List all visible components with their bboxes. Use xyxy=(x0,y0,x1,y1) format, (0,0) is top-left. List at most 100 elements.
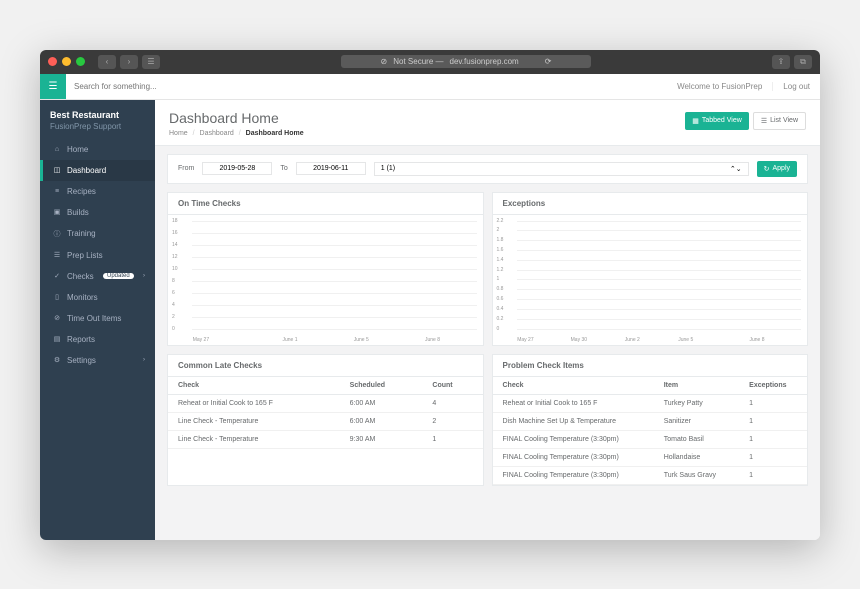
y-tick: 1.4 xyxy=(497,257,504,263)
tabs-icon[interactable]: ⧉ xyxy=(794,55,812,69)
y-tick: 0.2 xyxy=(497,316,504,322)
col-header: Check xyxy=(493,377,654,395)
sidebar-item-time-out-items[interactable]: ⊘Time Out Items xyxy=(40,308,155,329)
problem-items-panel: Problem Check Items CheckItemExceptionsR… xyxy=(492,354,809,486)
y-tick: 1.6 xyxy=(497,247,504,253)
nav-icon: ▣ xyxy=(53,208,61,216)
page-title: Dashboard Home xyxy=(169,110,685,126)
from-date-input[interactable] xyxy=(202,162,272,175)
panel-title: Common Late Checks xyxy=(168,355,483,377)
browser-titlebar: ‹ › ☰ ⊘ Not Secure — dev.fusionprep.com … xyxy=(40,50,820,74)
table-row: Reheat or Initial Cook to 165 FTurkey Pa… xyxy=(493,394,808,412)
sidebar-item-settings[interactable]: ⚙Settings› xyxy=(40,350,155,371)
y-tick: 1.8 xyxy=(497,237,504,243)
y-tick: 12 xyxy=(172,254,178,260)
x-tick: June 1 xyxy=(282,337,297,343)
nav-icon: ⌂ xyxy=(53,146,61,153)
crumb-dashboard[interactable]: Dashboard xyxy=(200,130,234,137)
y-tick: 2.2 xyxy=(497,218,504,224)
nav-icon: ▤ xyxy=(53,335,61,343)
sidebar-item-monitors[interactable]: ▯Monitors xyxy=(40,287,155,308)
nav-icon: ▯ xyxy=(53,293,61,301)
y-tick: 1.2 xyxy=(497,267,504,273)
table-row: FINAL Cooling Temperature (3:30pm)Hollan… xyxy=(493,448,808,466)
close-window-icon[interactable] xyxy=(48,57,57,66)
sidebar-header: Best Restaurant FusionPrep Support xyxy=(40,100,155,139)
table-row: Dish Machine Set Up & TemperatureSanitiz… xyxy=(493,412,808,430)
y-tick: 2 xyxy=(172,314,175,320)
col-header: Item xyxy=(654,377,739,395)
sidebar-item-home[interactable]: ⌂ Home xyxy=(40,139,155,160)
col-header: Check xyxy=(168,377,340,395)
table-row: Line Check - Temperature6:00 AM2 xyxy=(168,412,483,430)
sidebar-item-training[interactable]: ⓘTraining xyxy=(40,223,155,245)
y-tick: 14 xyxy=(172,242,178,248)
org-sub: FusionPrep Support xyxy=(50,122,145,131)
col-header: Count xyxy=(422,377,482,395)
forward-button[interactable]: › xyxy=(120,55,138,69)
x-tick: May 30 xyxy=(571,337,587,343)
on-time-checks-chart: 024681012141618May 27June 1June 5June 8 xyxy=(168,215,483,345)
to-date-input[interactable] xyxy=(296,162,366,175)
late-checks-table: CheckScheduledCountReheat or Initial Coo… xyxy=(168,377,483,449)
sidebar-item-reports[interactable]: ▤ Reports xyxy=(40,329,155,350)
table-row: Reheat or Initial Cook to 165 F6:00 AM4 xyxy=(168,394,483,412)
y-tick: 6 xyxy=(172,290,175,296)
sidebar-item-label: Home xyxy=(67,145,88,154)
sidebar-item-label: Reports xyxy=(67,335,95,344)
app-topbar: ☰ Welcome to FusionPrep Log out xyxy=(40,74,820,100)
y-tick: 0.6 xyxy=(497,296,504,302)
x-tick: June 5 xyxy=(678,337,693,343)
sidebar-toggle-icon[interactable]: ☰ xyxy=(142,55,160,69)
apply-button[interactable]: ↻ Apply xyxy=(757,161,797,177)
nav-icon: ☰ xyxy=(53,251,61,259)
reload-icon[interactable]: ⟳ xyxy=(545,57,552,66)
exceptions-panel: Exceptions 00.20.40.60.811.21.41.61.822.… xyxy=(492,192,809,346)
crumb-current: Dashboard Home xyxy=(246,130,304,137)
back-button[interactable]: ‹ xyxy=(98,55,116,69)
breadcrumb: Home / Dashboard / Dashboard Home xyxy=(169,130,685,137)
tabbed-view-button[interactable]: ▦ Tabbed View xyxy=(685,112,749,130)
sidebar-item-prep-lists[interactable]: ☰Prep Lists xyxy=(40,245,155,266)
x-tick: June 8 xyxy=(749,337,764,343)
sidebar-item-recipes[interactable]: ≡Recipes xyxy=(40,181,155,202)
sidebar-item-checks[interactable]: ✓ChecksUpdated› xyxy=(40,266,155,287)
sidebar-item-builds[interactable]: ▣Builds xyxy=(40,202,155,223)
from-label: From xyxy=(178,165,194,172)
list-icon: ☰ xyxy=(761,117,767,125)
sidebar-item-label: Dashboard xyxy=(67,166,106,175)
y-tick: 8 xyxy=(172,278,175,284)
y-tick: 0.8 xyxy=(497,286,504,292)
nav-icon: ≡ xyxy=(53,188,61,195)
sidebar-item-label: Checks xyxy=(67,272,94,281)
to-label: To xyxy=(280,165,287,172)
search-input[interactable] xyxy=(66,82,667,91)
nav-toggle-button[interactable]: ☰ xyxy=(40,73,66,99)
share-icon[interactable]: ⇪ xyxy=(772,55,790,69)
crumb-home[interactable]: Home xyxy=(169,130,188,137)
calendar-icon: ▦ xyxy=(692,117,699,125)
table-row: FINAL Cooling Temperature (3:30pm)Turk S… xyxy=(493,466,808,484)
minimize-window-icon[interactable] xyxy=(62,57,71,66)
col-header: Exceptions xyxy=(739,377,807,395)
sidebar-item-dashboard[interactable]: ◫ Dashboard xyxy=(40,160,155,181)
sidebar-item-label: Settings xyxy=(67,356,96,365)
address-bar[interactable]: ⊘ Not Secure — dev.fusionprep.com ⟳ xyxy=(341,55,592,68)
y-tick: 10 xyxy=(172,266,178,272)
x-tick: June 8 xyxy=(425,337,440,343)
on-time-checks-panel: On Time Checks 024681012141618May 27June… xyxy=(167,192,484,346)
y-tick: 0 xyxy=(497,326,500,332)
welcome-text: Welcome to FusionPrep xyxy=(667,82,772,91)
exceptions-chart: 00.20.40.60.811.21.41.61.822.2May 27May … xyxy=(493,215,808,345)
maximize-window-icon[interactable] xyxy=(76,57,85,66)
nav-icon: ⊘ xyxy=(53,314,61,322)
logout-link[interactable]: Log out xyxy=(772,82,820,91)
chevron-right-icon: › xyxy=(143,273,145,279)
x-tick: June 5 xyxy=(354,337,369,343)
list-view-button[interactable]: ☰ List View xyxy=(753,112,806,130)
nav-icon: ◫ xyxy=(53,166,61,174)
refresh-icon: ↻ xyxy=(764,165,770,173)
problem-items-table: CheckItemExceptionsReheat or Initial Coo… xyxy=(493,377,808,485)
location-select[interactable]: 1 (1) ⌃⌄ xyxy=(374,162,749,176)
nav-icon: ⚙ xyxy=(53,356,61,364)
